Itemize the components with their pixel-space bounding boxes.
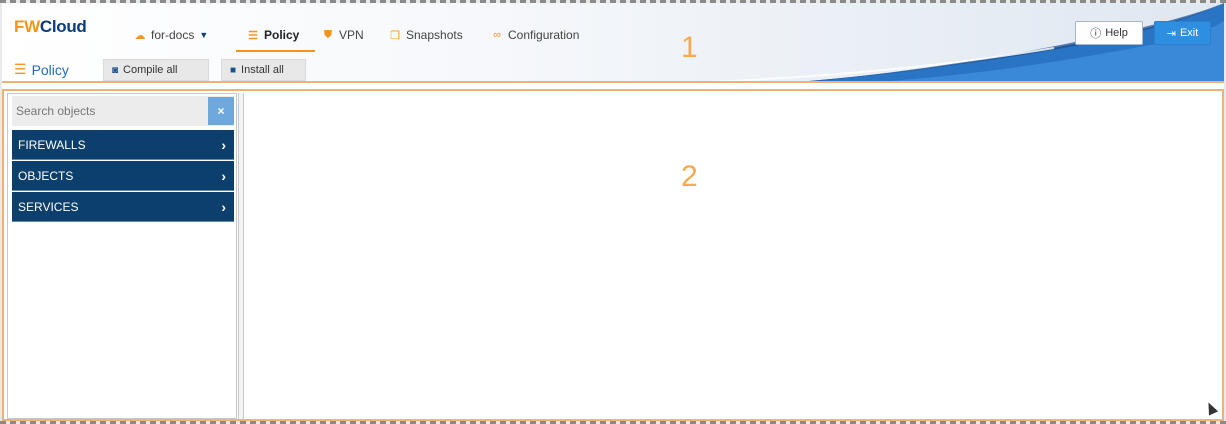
install-all-button[interactable]: ■ Install all [221,59,306,81]
category-objects[interactable]: OBJECTS › [12,161,234,191]
object-sidebar: × FIREWALLS › OBJECTS › SERVICES › [7,93,237,419]
app-frame: FWCloud ☁ for-docs ▼ ☰ Policy ⛊ VPN ❐ Sn… [2,3,1224,421]
nav-snapshots-label: Snapshots [406,28,463,42]
compile-icon: ◙ [112,64,119,76]
nav-configuration-label: Configuration [508,28,580,42]
copy-icon: ❐ [390,29,400,42]
chevron-right-icon: › [221,198,226,215]
install-icon: ■ [230,64,237,76]
compile-all-label: Compile all [123,64,178,76]
category-label: SERVICES [18,199,79,214]
close-icon: × [217,104,225,118]
header-annotation-border [2,81,1224,83]
cloud-icon: ☁ [134,29,146,42]
workspace-annotation-area: × FIREWALLS › OBJECTS › SERVICES › [2,89,1224,421]
category-firewalls[interactable]: FIREWALLS › [12,130,234,160]
sidebar-resize-handle[interactable] [238,93,244,419]
search-row: × [12,96,234,126]
nav-vpn[interactable]: ⛊ VPN [322,25,364,45]
app-header: FWCloud ☁ for-docs ▼ ☰ Policy ⛊ VPN ❐ Sn… [2,3,1224,83]
nav-snapshots[interactable]: ❐ Snapshots [389,25,463,45]
main-content-panel [246,93,1220,419]
nav-policy[interactable]: ☰ Policy [247,25,299,45]
help-button[interactable]: ⓘ Help [1075,21,1143,45]
exit-button[interactable]: ⇥ Exit [1154,21,1211,45]
help-icon: ⓘ [1090,28,1102,40]
annotation-marker-2: 2 [681,160,698,193]
chevron-right-icon: › [221,167,226,184]
active-tab-underline [236,50,315,52]
annotation-marker-1: 1 [681,31,698,64]
exit-button-label: Exit [1179,27,1199,39]
compile-all-button[interactable]: ◙ Compile all [103,59,209,81]
fwcloud-logo[interactable]: FWCloud [14,17,87,37]
list-icon: ☰ [14,61,27,77]
page-title-label: Policy [31,61,69,78]
category-services[interactable]: SERVICES › [12,192,234,222]
exit-icon: ⇥ [1166,27,1176,40]
list-icon: ☰ [248,29,258,42]
cluster-selector-label: for-docs [151,28,195,42]
nav-policy-label: Policy [264,28,300,42]
nav-vpn-label: VPN [339,28,364,42]
caret-down-icon: ▼ [199,30,209,40]
category-label: OBJECTS [18,168,74,183]
install-all-label: Install all [241,64,284,76]
nav-configuration[interactable]: ∞ Configuration [491,25,579,45]
category-label: FIREWALLS [18,137,86,152]
chevron-right-icon: › [221,136,226,153]
search-input[interactable] [12,103,198,119]
shield-icon: ⛊ [323,28,333,41]
link-icon: ∞ [493,29,501,41]
help-button-label: Help [1105,27,1128,39]
cluster-selector[interactable]: ☁ for-docs ▼ [134,25,209,45]
page-title: ☰ Policy [14,61,69,78]
clear-search-button[interactable]: × [208,97,234,125]
